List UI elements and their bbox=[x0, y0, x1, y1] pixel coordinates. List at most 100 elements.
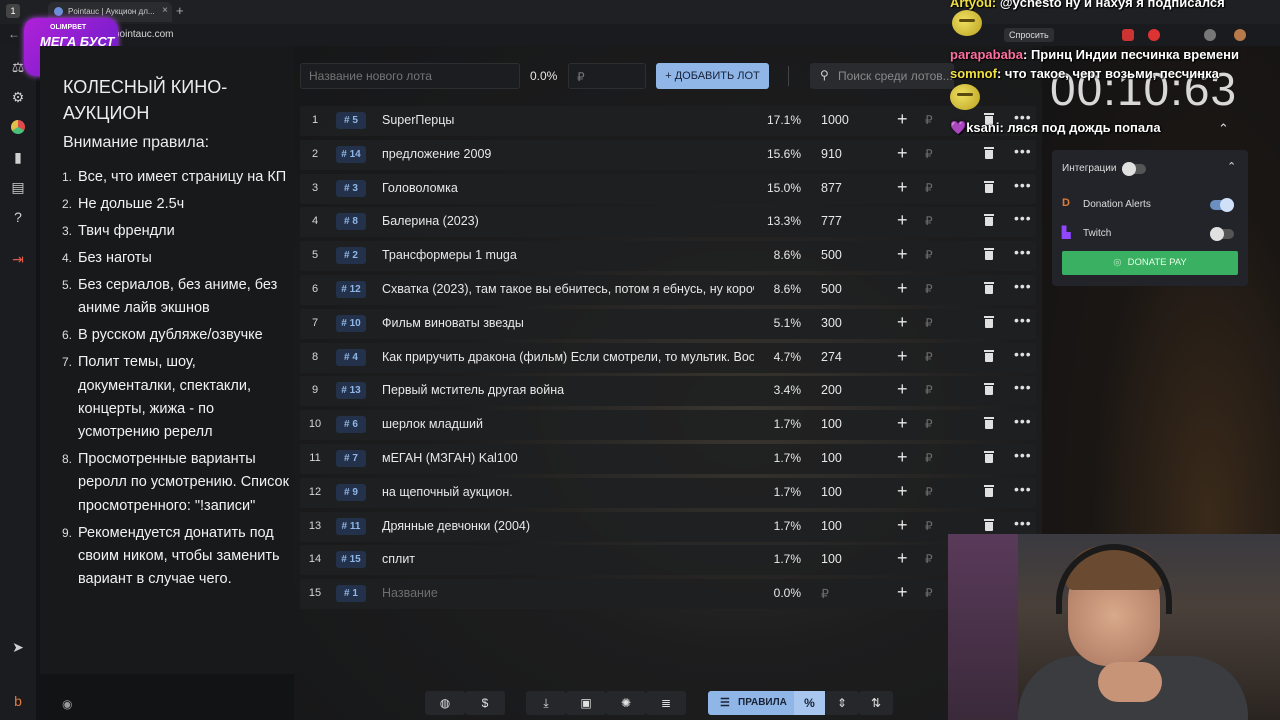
history-icon[interactable]: ▤ bbox=[9, 178, 27, 196]
add-amount-currency[interactable]: ₽ bbox=[925, 181, 933, 195]
more-options-icon[interactable]: ••• bbox=[1014, 278, 1032, 294]
add-amount-icon[interactable]: + bbox=[897, 312, 908, 333]
add-amount-icon[interactable]: + bbox=[897, 515, 908, 536]
extension-red-icon[interactable] bbox=[1122, 29, 1134, 41]
extension-gray-icon[interactable] bbox=[1204, 29, 1216, 41]
delete-lot-icon[interactable] bbox=[984, 383, 994, 396]
more-options-icon[interactable]: ••• bbox=[1014, 515, 1032, 531]
lot-name[interactable]: SuperПерцы bbox=[382, 113, 754, 127]
save-button[interactable]: ▣ bbox=[566, 691, 606, 715]
delete-lot-icon[interactable] bbox=[984, 349, 994, 362]
lot-amount[interactable]: 100 bbox=[821, 451, 842, 465]
lot-id-badge[interactable]: # 9 bbox=[336, 483, 366, 501]
new-tab-icon[interactable]: + bbox=[176, 3, 184, 18]
more-options-icon[interactable]: ••• bbox=[1014, 379, 1032, 395]
add-amount-icon[interactable]: + bbox=[897, 379, 908, 400]
lot-id-badge[interactable]: # 12 bbox=[336, 281, 366, 298]
lot-row[interactable]: 9 # 13 Первый мститель другая война 3.4% 200… bbox=[300, 376, 1036, 407]
help-icon[interactable]: ? bbox=[9, 208, 27, 226]
percent-toggle[interactable]: % bbox=[794, 691, 825, 715]
bug-report-button[interactable]: ✺ bbox=[606, 691, 646, 715]
close-tab-icon[interactable]: × bbox=[162, 5, 168, 16]
lot-name[interactable]: Название bbox=[382, 586, 754, 600]
delete-lot-icon[interactable] bbox=[984, 484, 994, 497]
lot-amount[interactable]: 100 bbox=[821, 417, 842, 431]
add-lot-button[interactable]: + ДОБАВИТЬ ЛОТ bbox=[656, 63, 769, 89]
lot-id-badge[interactable]: # 4 bbox=[336, 348, 366, 366]
lot-name[interactable]: Головоломка bbox=[382, 181, 754, 195]
add-amount-icon[interactable]: + bbox=[897, 548, 908, 569]
delete-lot-icon[interactable] bbox=[984, 146, 994, 159]
lot-id-badge[interactable]: # 13 bbox=[336, 382, 366, 400]
lot-id-badge[interactable]: # 3 bbox=[336, 179, 366, 197]
wheel-icon[interactable] bbox=[9, 118, 27, 136]
lot-row[interactable]: 8 # 4 Как приручить дракона (фильм) Если с… bbox=[300, 342, 1036, 373]
lot-id-badge[interactable]: # 10 bbox=[336, 314, 366, 332]
lot-amount[interactable]: 100 bbox=[821, 552, 842, 566]
integrations-toggle[interactable] bbox=[1122, 162, 1146, 176]
lot-name[interactable]: Первый мститель другая война bbox=[382, 383, 754, 397]
lot-row[interactable]: 1 # 5 SuperПерцы 17.1% 1000 + ₽ ••• bbox=[300, 106, 1036, 136]
lot-amount[interactable]: ₽ bbox=[821, 586, 829, 601]
lot-id-badge[interactable]: # 6 bbox=[336, 416, 366, 434]
add-amount-currency[interactable]: ₽ bbox=[925, 248, 933, 262]
lot-row[interactable]: 12 # 9 на щепочный аукцион. 1.7% 100 + ₽ ••• bbox=[300, 477, 1036, 508]
more-options-icon[interactable]: ••• bbox=[1014, 481, 1032, 497]
window-number-icon[interactable]: 1 bbox=[6, 4, 20, 18]
ask-button[interactable]: Спросить bbox=[1004, 28, 1054, 42]
delete-lot-icon[interactable] bbox=[984, 282, 994, 294]
add-amount-currency[interactable]: ₽ bbox=[925, 113, 933, 127]
telegram-icon[interactable]: ➤ bbox=[9, 638, 27, 656]
lot-id-badge[interactable]: # 2 bbox=[336, 247, 366, 265]
list-settings-button[interactable]: ≣ bbox=[646, 691, 686, 715]
add-amount-currency[interactable]: ₽ bbox=[925, 552, 933, 566]
compress-button[interactable]: ⇕ bbox=[825, 691, 859, 715]
lot-row[interactable]: 3 # 3 Головоломка 15.0% 877 + ₽ ••• bbox=[300, 173, 1036, 204]
add-amount-currency[interactable]: ₽ bbox=[925, 147, 933, 161]
lot-row[interactable]: 6 # 12 Схватка (2023), там такое вы ебните… bbox=[300, 275, 1036, 305]
sort-button[interactable]: ⇅ bbox=[859, 691, 893, 715]
lot-name[interactable]: сплит bbox=[382, 552, 754, 566]
add-amount-icon[interactable]: + bbox=[897, 346, 908, 367]
lot-id-badge[interactable]: # 7 bbox=[336, 450, 366, 467]
lot-name[interactable]: Схватка (2023), там такое вы ебнитесь, п… bbox=[382, 282, 754, 296]
donation-alerts-toggle[interactable] bbox=[1210, 198, 1234, 212]
add-amount-icon[interactable]: + bbox=[897, 244, 908, 265]
lot-name[interactable]: на щепочный аукцион. bbox=[382, 485, 754, 499]
lot-row[interactable]: 13 # 11 Дрянные девчонки (2004) 1.7% 100 + ₽ ••… bbox=[300, 511, 1036, 542]
add-amount-currency[interactable]: ₽ bbox=[925, 316, 933, 330]
add-amount-currency[interactable]: ₽ bbox=[925, 282, 933, 296]
lot-amount[interactable]: 100 bbox=[821, 519, 842, 533]
lot-amount[interactable]: 500 bbox=[821, 248, 842, 262]
more-options-icon[interactable]: ••• bbox=[1014, 413, 1032, 429]
url-text[interactable]: pointauc.com bbox=[114, 29, 173, 40]
more-options-icon[interactable]: ••• bbox=[1014, 177, 1032, 193]
lot-id-badge[interactable]: # 8 bbox=[336, 213, 366, 231]
back-arrow-icon[interactable]: ← bbox=[8, 27, 20, 41]
lot-amount[interactable]: 777 bbox=[821, 214, 842, 228]
more-options-icon[interactable]: ••• bbox=[1014, 143, 1032, 159]
new-lot-name-input[interactable] bbox=[300, 63, 520, 89]
lot-amount[interactable]: 100 bbox=[821, 485, 842, 499]
lot-row[interactable]: 2 # 14 предложение 2009 15.6% 910 + ₽ ••• bbox=[300, 139, 1036, 170]
delete-lot-icon[interactable] bbox=[984, 214, 994, 227]
lot-amount[interactable]: 200 bbox=[821, 383, 842, 397]
add-amount-currency[interactable]: ₽ bbox=[925, 519, 933, 533]
extension-opera-icon[interactable] bbox=[1148, 29, 1160, 41]
lot-name[interactable]: Балерина (2023) bbox=[382, 214, 754, 228]
statistics-icon[interactable]: ▮ bbox=[9, 148, 27, 166]
delete-lot-icon[interactable] bbox=[984, 417, 994, 430]
lot-amount[interactable]: 910 bbox=[821, 147, 842, 161]
download-button[interactable]: ⤓ bbox=[526, 691, 566, 715]
donate-dollar-button[interactable]: $ bbox=[465, 691, 505, 715]
add-amount-icon[interactable]: + bbox=[897, 143, 908, 164]
lot-amount[interactable]: 274 bbox=[821, 350, 842, 364]
collapse-up-icon[interactable]: ⌃ bbox=[1218, 121, 1229, 137]
visibility-eye-icon[interactable]: ◉ bbox=[62, 697, 72, 711]
add-amount-icon[interactable]: + bbox=[897, 582, 908, 603]
lot-id-badge[interactable]: # 1 bbox=[336, 585, 366, 603]
add-amount-icon[interactable]: + bbox=[897, 109, 908, 130]
lot-row[interactable]: 14# 15сплит1.7%100+₽••• bbox=[300, 545, 1036, 576]
lot-row[interactable]: 5 # 2 Трансформеры 1 muga 8.6% 500 + ₽ ••• bbox=[300, 241, 1036, 272]
lot-name[interactable]: Как приручить дракона (фильм) Если смотр… bbox=[382, 350, 754, 364]
